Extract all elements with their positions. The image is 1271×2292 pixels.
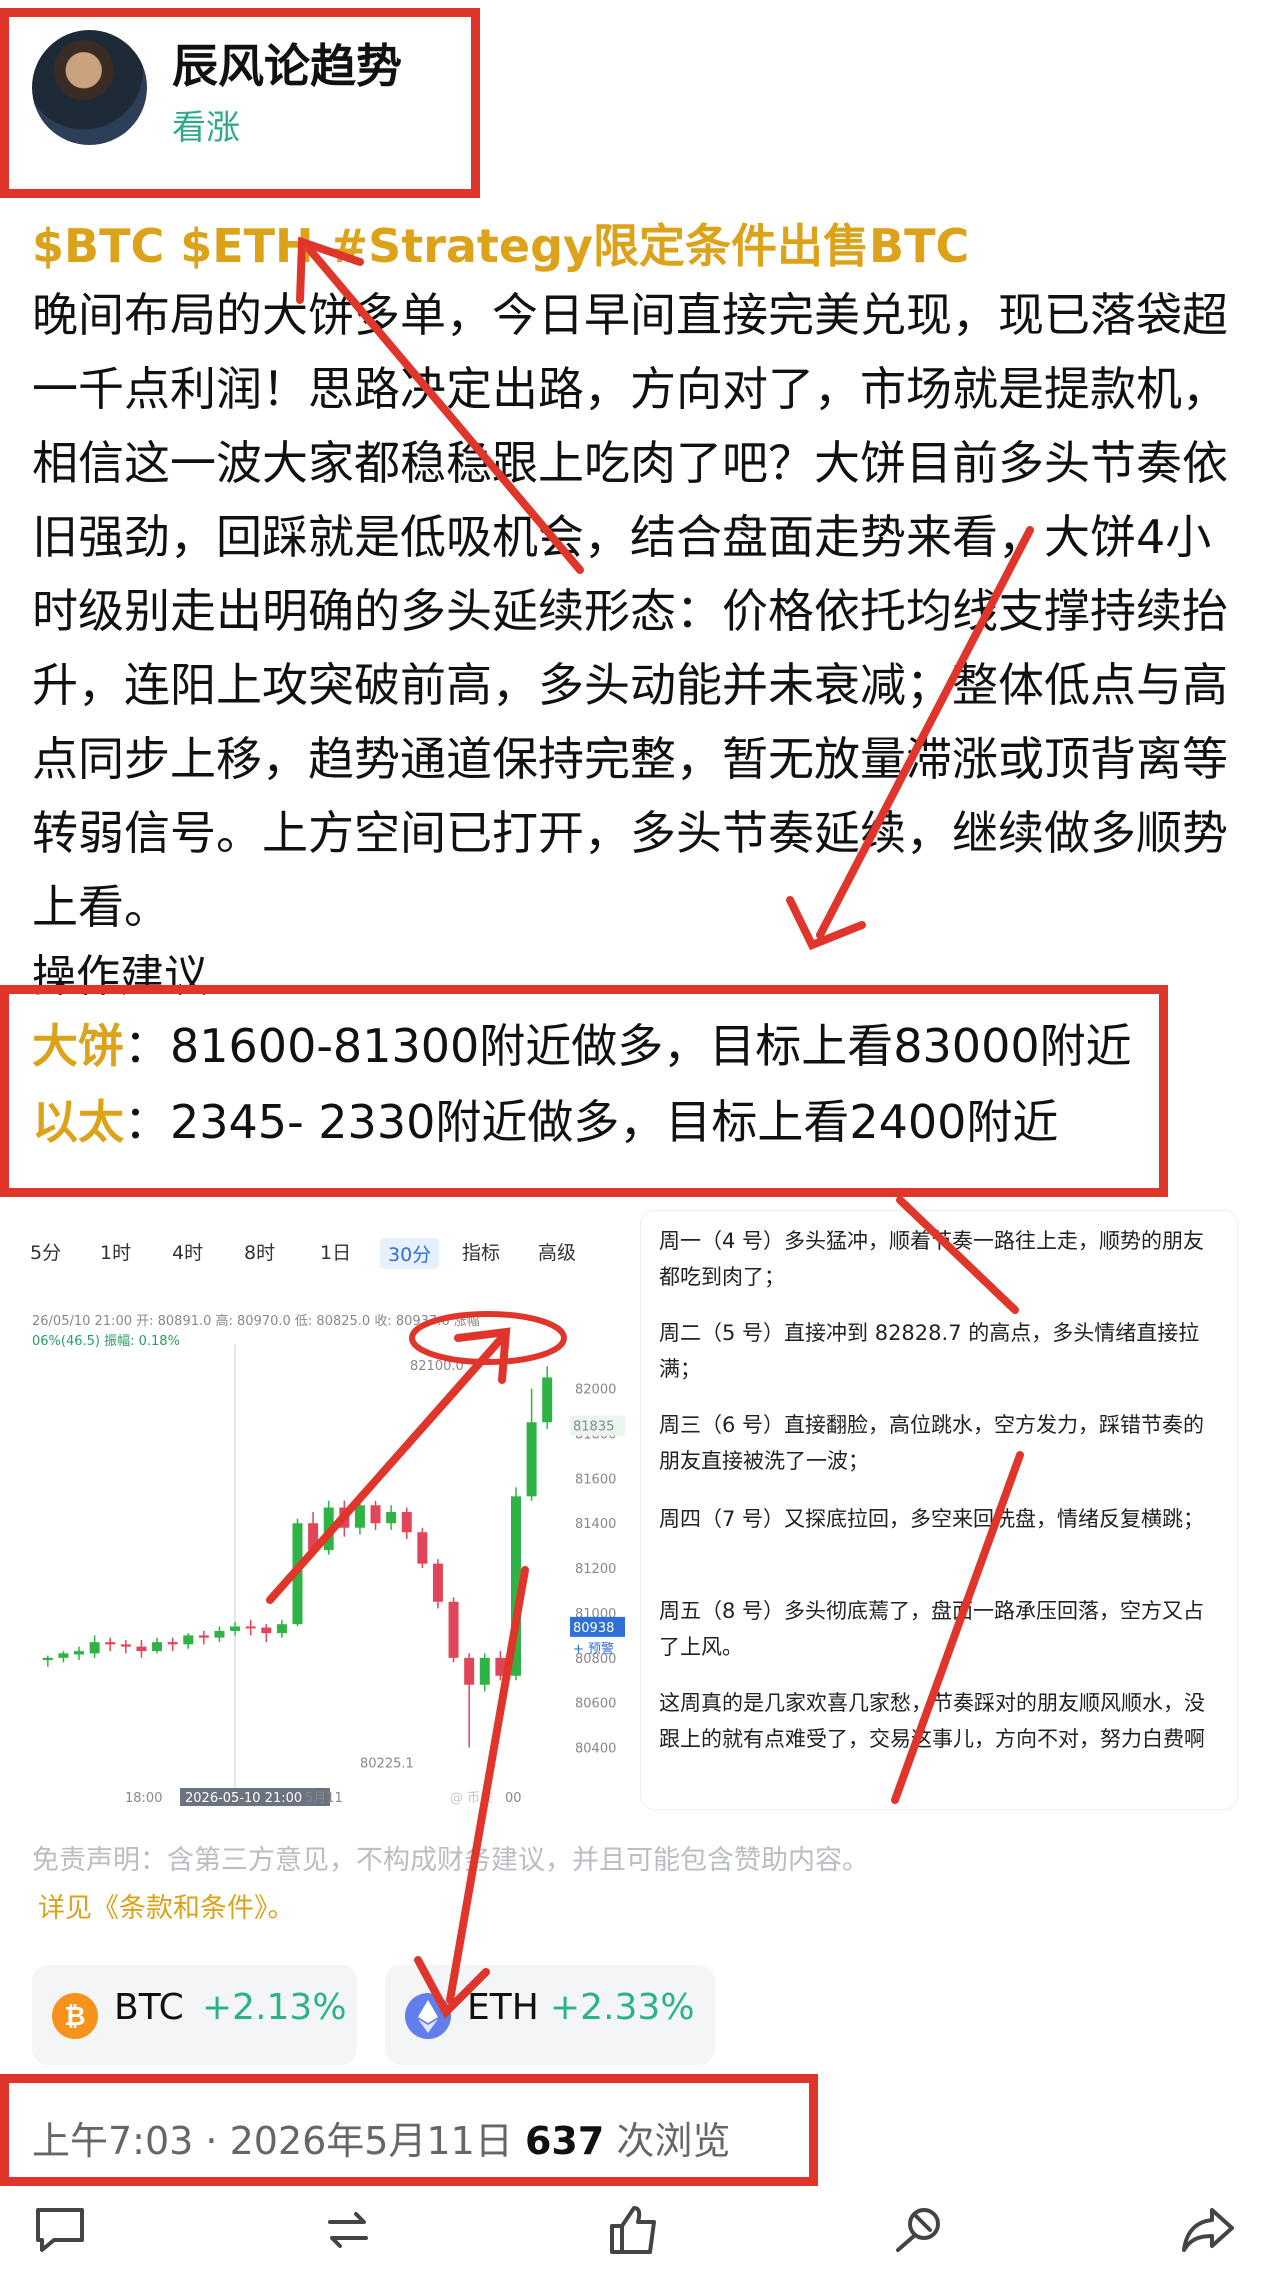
x-tick-label: 2026-05-10 21:00 (185, 1791, 302, 1806)
candle-body (386, 1512, 397, 1524)
candle-body (526, 1422, 537, 1497)
candle-body (354, 1505, 365, 1528)
candle-body (89, 1642, 100, 1654)
note-monday: 周一（4 号）多头猛冲，顺着节奏一路往上走，顺势的朋友都吃到肉了； (659, 1229, 1205, 1289)
y-tick-label: 82000 (575, 1383, 616, 1398)
candle-body (323, 1507, 334, 1551)
candle-body (230, 1626, 241, 1631)
high-label: 82100.0 (410, 1359, 464, 1374)
candle-body (105, 1642, 116, 1645)
price-tag2: 80938 (573, 1621, 614, 1636)
svg-text:₿: ₿ (64, 2002, 85, 2032)
share-icon[interactable] (1178, 2200, 1238, 2260)
y-tick-label: 80400 (575, 1742, 616, 1757)
disclaimer-text: 免责声明：含第三方意见，不构成财务建议，并且可能包含赞助内容。 (32, 1845, 869, 1876)
repost-icon[interactable] (318, 2200, 378, 2260)
candle-body (542, 1377, 553, 1423)
candle-body (152, 1642, 163, 1652)
tip-icon[interactable] (890, 2200, 950, 2260)
watermark: @ 币安 (450, 1791, 493, 1806)
post-hashtags[interactable]: $BTC $ETH #Strategy限定条件出售BTC (32, 210, 969, 276)
candle-body (479, 1657, 490, 1685)
alert-label: + 预警 (573, 1641, 614, 1657)
x-tick-label: 18:00 (125, 1791, 162, 1806)
candle-body (339, 1507, 350, 1528)
candlestick-chart: 8200081800816008140081200810008080080600… (42, 1345, 625, 1806)
ticker-btc[interactable]: ₿ BTC +2.13% (32, 1965, 357, 2065)
candle-body (432, 1563, 443, 1602)
candle-body (448, 1601, 459, 1658)
annotation-box-ops (0, 985, 1168, 1197)
note-wednesday: 周三（6 号）直接翻脸，高位跳水，空方发力，踩错节奏的朋友直接被洗了一波； (659, 1413, 1205, 1473)
annotation-box-meta (0, 2074, 818, 2186)
x-tick-label: 5月11 (305, 1791, 343, 1806)
y-tick-label: 81200 (575, 1562, 616, 1577)
note-friday: 周五（8 号）多头彻底蔫了，盘面一路承压回落，空方又占了上风。 (659, 1599, 1205, 1659)
candle-body (245, 1626, 256, 1629)
note-thursday: 周四（7 号）又探底拉回，多空来回洗盘，情绪反复横跳； (659, 1507, 1205, 1531)
post-body: 晚间布局的大饼多单，今日早间直接完美兑现，现已落袋超一千点利润！思路决定出路，方… (32, 288, 1228, 934)
candle-body (261, 1627, 272, 1634)
ticker-change: +2.33% (550, 1987, 695, 2028)
candle-body (495, 1657, 506, 1676)
candle-body (417, 1532, 428, 1564)
weekly-notes-image[interactable]: 周一（4 号）多头猛冲，顺着节奏一路往上走，顺势的朋友都吃到肉了； 周二（5 号… (640, 1210, 1238, 1810)
y-tick-label: 80600 (575, 1697, 616, 1712)
candle-body (167, 1642, 178, 1645)
candle-body (308, 1523, 319, 1551)
candle-body (42, 1657, 53, 1661)
ticker-symbol: ETH (467, 1987, 539, 2028)
terms-link[interactable]: 详见《条款和条件》。 (38, 1886, 295, 1925)
ticker-eth[interactable]: ETH +2.33% (385, 1965, 715, 2065)
candle-body (74, 1651, 85, 1655)
comment-icon[interactable] (30, 2200, 90, 2260)
candle-body (58, 1653, 69, 1658)
candle-body (120, 1644, 131, 1647)
note-summary: 这周真的是几家欢喜几家愁，节奏踩对的朋友顺风顺水，没跟上的就有点难受了，交易这事… (659, 1691, 1205, 1751)
btc-icon: ₿ (52, 1993, 98, 2039)
note-tuesday: 周二（5 号）直接冲到 82828.7 的高点，多头情绪直接拉满； (659, 1321, 1200, 1381)
like-icon[interactable] (604, 2200, 664, 2260)
y-tick-label: 81400 (575, 1517, 616, 1532)
candle-body (510, 1496, 521, 1676)
price-tag: 81835 (573, 1420, 614, 1435)
candle-body (401, 1512, 412, 1533)
candle-body (276, 1624, 287, 1634)
candle-body (214, 1630, 225, 1638)
ticker-symbol: BTC (114, 1987, 184, 2028)
eth-icon (405, 1993, 451, 2039)
y-tick-label: 81600 (575, 1472, 616, 1487)
ticker-change: +2.13% (202, 1987, 347, 2028)
chart-image[interactable]: 5分 1时 4时 8时 1日 30分 指标 高级 26/05/10 21:00 … (30, 1210, 625, 1810)
low-label: 80225.1 (360, 1756, 414, 1771)
annotation-box-author (0, 8, 480, 198)
candle-body (183, 1635, 194, 1645)
candle-body (464, 1657, 475, 1685)
candle-body (370, 1505, 381, 1524)
candle-body (136, 1646, 147, 1652)
x-tick-label: 00 (505, 1791, 522, 1806)
candle-body (292, 1523, 303, 1625)
candle-body (198, 1635, 209, 1638)
